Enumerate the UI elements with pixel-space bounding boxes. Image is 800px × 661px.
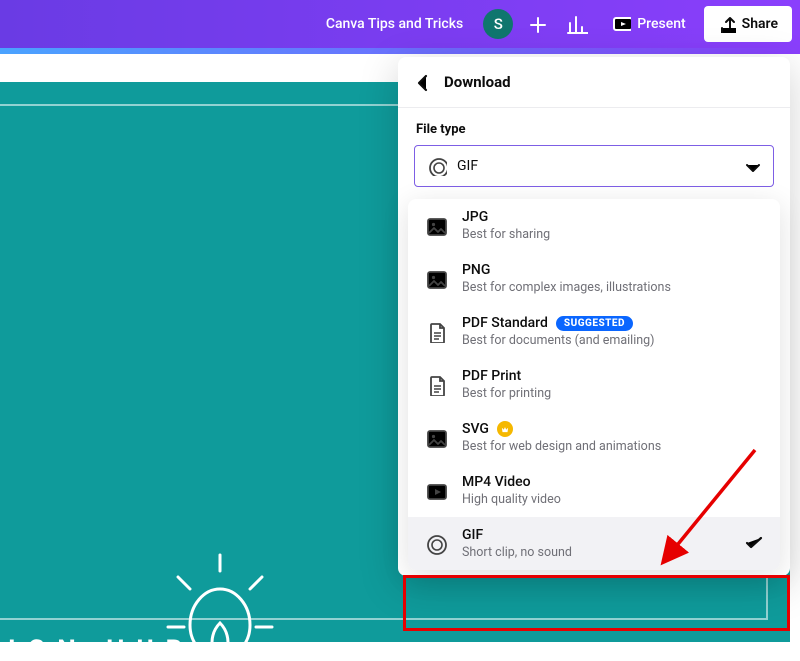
- option-description: High quality video: [462, 492, 764, 507]
- gif-icon: [427, 156, 447, 176]
- download-panel-header: Download: [398, 57, 790, 108]
- present-label: Present: [637, 16, 685, 32]
- option-description: Best for printing: [462, 386, 764, 401]
- share-button[interactable]: Share: [704, 6, 792, 42]
- present-button[interactable]: Present: [601, 6, 695, 42]
- back-button[interactable]: [412, 71, 434, 93]
- insights-button[interactable]: [561, 8, 593, 40]
- option-meta: PDF Print Best for printing: [462, 368, 764, 401]
- file-type-options-list: JPG Best for sharing PNG Best for complex i…: [408, 199, 780, 570]
- file-type-select[interactable]: GIF: [414, 145, 774, 187]
- option-description: Short clip, no sound: [462, 545, 728, 560]
- option-meta: JPG Best for sharing: [462, 209, 764, 242]
- panel-title: Download: [444, 73, 511, 91]
- video-icon: [424, 479, 448, 503]
- header-accent-strip: [0, 48, 800, 54]
- lightbulb-icon: [160, 547, 280, 642]
- option-title: GIF: [462, 527, 728, 543]
- option-title: PDF StandardSUGGESTED: [462, 315, 764, 331]
- file-type-option-png[interactable]: PNG Best for complex images, illustration…: [408, 252, 780, 305]
- file-type-option-pdfp[interactable]: PDF Print Best for printing: [408, 358, 780, 411]
- avatar-initial: S: [494, 15, 503, 33]
- gif-icon: [424, 532, 448, 556]
- file-type-option-gif[interactable]: GIF Short clip, no sound: [408, 517, 780, 570]
- option-meta: PDF StandardSUGGESTED Best for documents …: [462, 315, 764, 348]
- premium-crown-icon: [497, 421, 513, 437]
- file-type-option-mp4[interactable]: MP4 Video High quality video: [408, 464, 780, 517]
- option-description: Best for web design and animations: [462, 439, 764, 454]
- pdf-icon: [424, 373, 448, 397]
- option-description: Best for sharing: [462, 227, 764, 242]
- option-description: Best for complex images, illustrations: [462, 280, 764, 295]
- check-icon: [742, 531, 764, 557]
- image-icon: [424, 426, 448, 450]
- option-title: MP4 Video: [462, 474, 764, 490]
- option-meta: GIF Short clip, no sound: [462, 527, 728, 560]
- file-type-option-jpg[interactable]: JPG Best for sharing: [408, 199, 780, 252]
- file-type-label: File type: [398, 108, 790, 145]
- image-icon: [424, 214, 448, 238]
- pdf-icon: [424, 320, 448, 344]
- option-title: SVG: [462, 421, 764, 437]
- chevron-left-icon: [412, 71, 434, 93]
- option-title: PNG: [462, 262, 764, 278]
- file-type-option-svg[interactable]: SVG Best for web design and animations: [408, 411, 780, 464]
- file-type-selected-value: GIF: [457, 158, 731, 174]
- file-type-option-pdfs[interactable]: PDF StandardSUGGESTED Best for documents …: [408, 305, 780, 358]
- chart-icon: [566, 13, 588, 35]
- user-avatar[interactable]: S: [483, 9, 513, 39]
- option-title: PDF Print: [462, 368, 764, 384]
- chevron-down-icon: [741, 156, 761, 176]
- present-icon: [611, 14, 631, 34]
- app-header: Canva Tips and Tricks S Present Share: [0, 0, 800, 48]
- option-title: JPG: [462, 209, 764, 225]
- image-icon: [424, 267, 448, 291]
- share-icon: [718, 15, 736, 33]
- plus-icon: [526, 13, 548, 35]
- option-description: Best for documents (and emailing): [462, 333, 764, 348]
- add-button[interactable]: [521, 8, 553, 40]
- document-title[interactable]: Canva Tips and Tricks: [326, 16, 463, 32]
- suggested-badge: SUGGESTED: [556, 316, 633, 331]
- option-meta: SVG Best for web design and animations: [462, 421, 764, 454]
- option-meta: PNG Best for complex images, illustration…: [462, 262, 764, 295]
- download-panel: Download File type GIF JPG Best for shari…: [398, 57, 790, 576]
- option-meta: MP4 Video High quality video: [462, 474, 764, 507]
- share-label: Share: [742, 16, 778, 32]
